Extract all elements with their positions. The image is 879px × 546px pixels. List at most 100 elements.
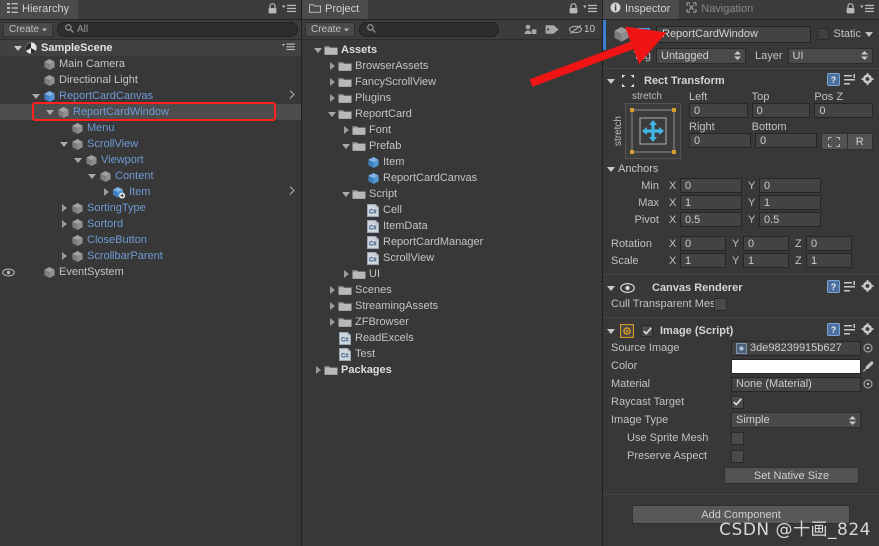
canvas-renderer-header[interactable]: Canvas Renderer ? bbox=[603, 278, 879, 296]
gameobject-name-field[interactable]: ReportCardWindow bbox=[656, 25, 812, 43]
hidden-packages-toggle[interactable]: 10 bbox=[565, 22, 599, 37]
use-sprite-mesh-checkbox[interactable] bbox=[731, 431, 744, 445]
project-item-cell[interactable]: C# Cell bbox=[302, 202, 602, 218]
anchors-foldout[interactable]: Anchors bbox=[603, 161, 879, 177]
tab-inspector[interactable]: Inspector bbox=[603, 0, 680, 19]
chevron-down-icon[interactable] bbox=[30, 93, 42, 99]
chevron-down-icon[interactable] bbox=[607, 166, 615, 172]
chevron-down-icon[interactable] bbox=[58, 141, 70, 147]
preset-icon[interactable] bbox=[844, 73, 857, 89]
hierarchy-tree[interactable]: SampleScene Main Camera Directional Light… bbox=[0, 40, 301, 546]
project-item-reportcardmanager[interactable]: C# ReportCardManager bbox=[302, 234, 602, 250]
lock-icon[interactable] bbox=[569, 3, 578, 17]
project-item-zfbrowser[interactable]: ZFBrowser bbox=[302, 314, 602, 330]
bottom-field[interactable]: 0 bbox=[755, 133, 817, 148]
chevron-down-icon[interactable] bbox=[607, 285, 615, 291]
cull-transparent-checkbox[interactable] bbox=[713, 297, 727, 311]
project-item-reportcardcanvas[interactable]: ReportCardCanvas bbox=[302, 170, 602, 186]
chevron-down-icon[interactable] bbox=[607, 78, 615, 84]
hierarchy-item-directional-light[interactable]: Directional Light bbox=[0, 72, 301, 88]
tab-project[interactable]: Project bbox=[302, 0, 369, 19]
project-item-font[interactable]: Font bbox=[302, 122, 602, 138]
visibility-eye-icon[interactable] bbox=[0, 268, 16, 277]
right-field[interactable]: 0 bbox=[689, 133, 751, 148]
panel-menu-icon[interactable] bbox=[282, 4, 296, 16]
hierarchy-item-reportcardwindow[interactable]: ReportCardWindow bbox=[0, 104, 301, 120]
color-swatch[interactable] bbox=[731, 358, 861, 374]
material-field[interactable]: None (Material) bbox=[731, 376, 861, 392]
chevron-right-icon[interactable] bbox=[326, 62, 338, 70]
anchor-max-y-field[interactable]: 1 bbox=[759, 195, 821, 210]
gear-icon[interactable] bbox=[861, 280, 874, 296]
hierarchy-scene-row[interactable]: SampleScene bbox=[0, 40, 301, 56]
hierarchy-item-reportcardcanvas[interactable]: ReportCardCanvas bbox=[0, 88, 301, 104]
hierarchy-item-scrollbarparent[interactable]: ScrollbarParent bbox=[0, 248, 301, 264]
left-field[interactable]: 0 bbox=[689, 103, 748, 118]
help-icon[interactable]: ? bbox=[827, 73, 840, 89]
preset-icon[interactable] bbox=[844, 323, 857, 339]
scale-x-field[interactable]: 1 bbox=[680, 253, 726, 268]
hierarchy-item-sortord[interactable]: Sortord bbox=[0, 216, 301, 232]
project-item-reportcard[interactable]: ReportCard bbox=[302, 106, 602, 122]
hierarchy-item-item[interactable]: Item bbox=[0, 184, 301, 200]
anchor-min-x-field[interactable]: 0 bbox=[680, 178, 742, 193]
hierarchy-item-eventsystem[interactable]: EventSystem bbox=[0, 264, 301, 280]
raycast-target-checkbox[interactable] bbox=[731, 395, 744, 409]
posz-field[interactable]: 0 bbox=[814, 103, 874, 118]
hierarchy-item-scrollview[interactable]: ScrollView bbox=[0, 136, 301, 152]
gear-icon[interactable] bbox=[861, 73, 874, 89]
chevron-down-icon[interactable] bbox=[607, 328, 615, 334]
panel-menu-icon[interactable] bbox=[860, 4, 874, 16]
chevron-right-icon[interactable] bbox=[312, 366, 324, 374]
tag-dropdown[interactable]: Untagged bbox=[656, 47, 746, 64]
tab-hierarchy[interactable]: Hierarchy bbox=[0, 0, 79, 19]
help-icon[interactable]: ? bbox=[827, 323, 840, 339]
chevron-down-icon[interactable] bbox=[44, 109, 56, 115]
chevron-right-icon[interactable] bbox=[100, 188, 112, 196]
project-tree[interactable]: Assets BrowserAssets FancyScrollView Plugin… bbox=[302, 40, 602, 546]
hierarchy-item-viewport[interactable]: Viewport bbox=[0, 152, 301, 168]
top-field[interactable]: 0 bbox=[751, 103, 811, 118]
project-item-item[interactable]: Item bbox=[302, 154, 602, 170]
project-item-scenes[interactable]: Scenes bbox=[302, 282, 602, 298]
blueprint-mode-button[interactable] bbox=[821, 133, 847, 150]
chevron-down-icon[interactable] bbox=[86, 173, 98, 179]
raw-edit-button[interactable]: R bbox=[846, 133, 873, 150]
gameobject-active-checkbox[interactable] bbox=[637, 27, 650, 41]
hierarchy-search-input[interactable]: All bbox=[57, 22, 298, 37]
rotation-z-field[interactable]: 0 bbox=[806, 236, 852, 251]
hierarchy-item-main-camera[interactable]: Main Camera bbox=[0, 56, 301, 72]
chevron-right-icon[interactable] bbox=[340, 270, 352, 278]
hierarchy-item-menu[interactable]: Menu bbox=[0, 120, 301, 136]
scene-menu-icon[interactable] bbox=[282, 42, 301, 54]
pivot-x-field[interactable]: 0.5 bbox=[680, 212, 742, 227]
anchor-max-x-field[interactable]: 1 bbox=[680, 195, 742, 210]
scale-z-field[interactable]: 1 bbox=[806, 253, 852, 268]
panel-menu-icon[interactable] bbox=[583, 4, 597, 16]
set-native-size-button[interactable]: Set Native Size bbox=[724, 467, 859, 484]
preset-icon[interactable] bbox=[844, 280, 857, 296]
chevron-right-icon[interactable] bbox=[289, 186, 301, 198]
project-item-assets[interactable]: Assets bbox=[302, 42, 602, 58]
chevron-right-icon[interactable] bbox=[58, 252, 70, 260]
project-item-fancyscrollview[interactable]: FancyScrollView bbox=[302, 74, 602, 90]
anchor-preset-widget[interactable] bbox=[625, 103, 681, 159]
chevron-right-icon[interactable] bbox=[326, 318, 338, 326]
source-image-field[interactable]: 3de98239915b627 bbox=[731, 340, 861, 356]
hierarchy-item-sortingtype[interactable]: SortingType bbox=[0, 200, 301, 216]
hierarchy-item-closebutton[interactable]: CloseButton bbox=[0, 232, 301, 248]
project-item-prefab[interactable]: Prefab bbox=[302, 138, 602, 154]
image-enabled-checkbox[interactable] bbox=[641, 325, 653, 337]
chevron-right-icon[interactable] bbox=[326, 302, 338, 310]
chevron-right-icon[interactable] bbox=[58, 220, 70, 228]
chevron-down-icon[interactable] bbox=[326, 111, 338, 117]
project-item-itemdata[interactable]: C# ItemData bbox=[302, 218, 602, 234]
gear-icon[interactable] bbox=[861, 323, 874, 339]
help-icon[interactable]: ? bbox=[827, 280, 840, 296]
avatar-filter-icon[interactable] bbox=[521, 22, 539, 37]
project-item-ui[interactable]: UI bbox=[302, 266, 602, 282]
rotation-x-field[interactable]: 0 bbox=[680, 236, 726, 251]
static-checkbox[interactable] bbox=[817, 28, 830, 40]
preserve-aspect-checkbox[interactable] bbox=[731, 449, 744, 463]
project-item-readexcels[interactable]: C# ReadExcels bbox=[302, 330, 602, 346]
